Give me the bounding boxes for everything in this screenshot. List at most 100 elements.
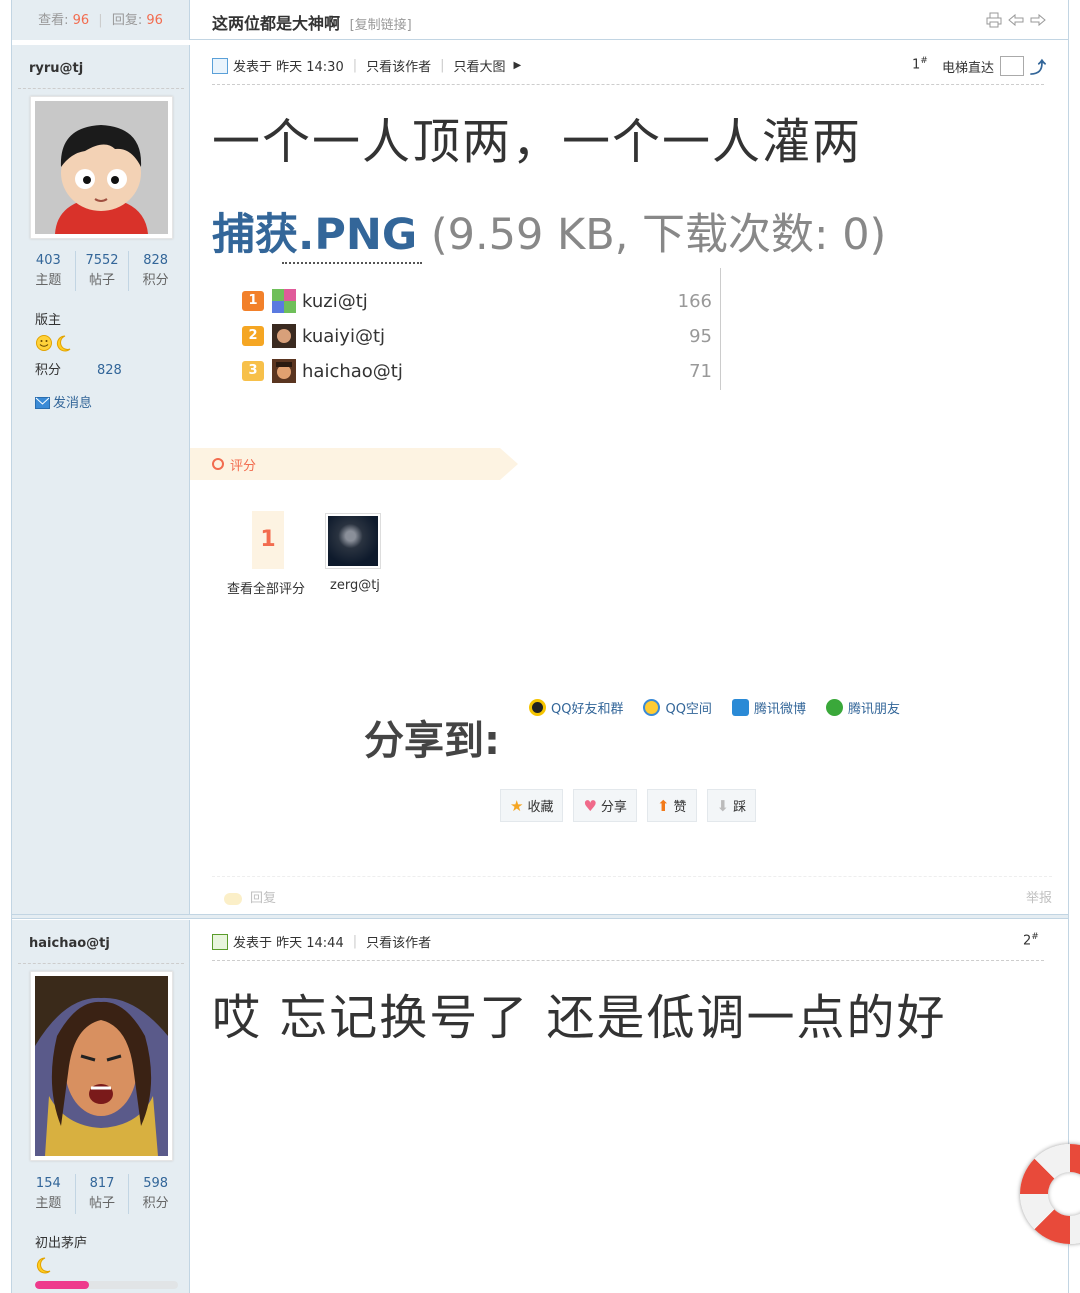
ranking-image: 1 kuzi@tj 166 2 kuaiyi@tj 95 3 haichao@t… (236, 262, 736, 392)
rater-avatar[interactable] (325, 513, 381, 569)
post2-user-stats: 154 主题 817 帖子 598 积分 (22, 1174, 182, 1214)
share-tencent-weibo[interactable]: 腾讯微博 (731, 698, 806, 717)
rank-score: 166 (677, 290, 712, 312)
views-label: 查看: (38, 13, 69, 28)
rank-avatar (272, 289, 296, 313)
post1-meta: 发表于 昨天 14:30 | 只看该作者 | 只看大图 ▶ (212, 56, 521, 75)
offline-user-icon (212, 933, 228, 950)
share-tencent-friends[interactable]: 腾讯朋友 (825, 698, 900, 717)
post2-divider (212, 960, 1044, 961)
post-actions: ★ 收藏 ♥ 分享 ⬆ 赞 ⬇ 踩 (500, 789, 757, 822)
post1-author-name[interactable]: ryru@tj (29, 61, 83, 76)
post2-content: 哎 忘记换号了 还是低调一点的好 (212, 990, 947, 1046)
attachment: 捕获.PNG (9.59 KB, 下载次数: 0) (212, 200, 886, 262)
elevator-label: 电梯直达 (941, 60, 994, 76)
envelope-icon (35, 397, 50, 413)
replies-count: 96 (146, 13, 163, 28)
stat-points[interactable]: 828 积分 (128, 251, 182, 291)
post1-sidebar: ryru@tj 403 主题 7552 帖子 828 积分 版主 积分 828 … (12, 45, 190, 915)
post1-points: 积分 828 (35, 363, 122, 378)
replies-label: 回复: (111, 13, 143, 28)
share-button[interactable]: ♥ 分享 (573, 789, 637, 822)
weibo-icon (731, 699, 749, 716)
send-message-link[interactable]: 发消息 (35, 392, 92, 413)
only-author-link[interactable]: 只看该作者 (366, 56, 431, 75)
rating-circle-icon (212, 458, 224, 470)
ranking-row: 2 kuaiyi@tj 95 (242, 323, 712, 349)
stat-posts[interactable]: 817 帖子 (74, 1174, 129, 1214)
stat-points[interactable]: 598 积分 (128, 1174, 182, 1214)
elevator-jump: 电梯直达 ⤴ (942, 54, 1046, 78)
stat-threads[interactable]: 154 主题 (22, 1174, 75, 1214)
reply-bubble-icon (224, 892, 242, 905)
share-links: QQ好友和群 QQ空间 腾讯微博 腾讯朋友 (529, 698, 900, 717)
rank-score: 95 (689, 325, 712, 347)
avatar-image (35, 101, 168, 234)
share-title: 分享到: (364, 718, 500, 764)
attachment-link[interactable]: 捕获.PNG (212, 210, 417, 260)
avatar-image (35, 976, 168, 1156)
share-qq-friends[interactable]: QQ好友和群 (529, 698, 623, 717)
thread-title: 这两位都是大神啊 [复制链接] (212, 10, 412, 34)
ranking-row: 1 kuzi@tj 166 (242, 288, 712, 314)
arrow-up-icon: ⬆ (656, 796, 670, 815)
post2-rank: 初出茅庐 (35, 1236, 88, 1251)
next-thread-icon[interactable] (1030, 12, 1046, 28)
post2-meta: 发表于 昨天 14:44 | 只看该作者 (212, 932, 431, 951)
qzone-icon (643, 699, 661, 716)
post2-author-name[interactable]: haichao@tj (29, 936, 110, 951)
rank-avatar (272, 359, 296, 383)
post1-content: 一个一人顶两，一个一人灌两 (212, 114, 863, 170)
clover-icon (825, 699, 843, 716)
thread-page: 查看: 96 | 回复: 96 这两位都是大神啊 [复制链接] ryru@tj (11, 0, 1069, 1293)
report-link[interactable]: 举报 (1026, 887, 1052, 906)
rank-badge: 2 (242, 326, 264, 346)
rank-score: 71 (689, 360, 712, 382)
post1-rank: 版主 (35, 313, 62, 328)
level-progress-bar (35, 1281, 178, 1289)
post1-divider (212, 84, 1044, 85)
post1-user-stats: 403 主题 7552 帖子 828 积分 (22, 251, 182, 291)
post1-avatar[interactable] (30, 96, 173, 239)
view-all-ratings-link[interactable]: 查看全部评分 (227, 578, 305, 597)
rank-name: kuzi@tj (302, 290, 368, 312)
rating-header: 评分 (190, 448, 518, 480)
post2-time: 发表于 昨天 14:44 (233, 936, 344, 951)
stat-posts[interactable]: 7552 帖子 (74, 251, 129, 291)
online-user-icon (212, 57, 228, 74)
thread-stats: 查看: 96 | 回复: 96 (12, 0, 190, 40)
attachment-meta: (9.59 KB, 下载次数: 0) (430, 210, 887, 260)
share-qzone[interactable]: QQ空间 (643, 698, 712, 717)
rater-name[interactable]: zerg@tj (330, 578, 380, 593)
rating-label: 评分 (230, 459, 257, 474)
elevator-input[interactable] (999, 56, 1024, 76)
stats-separator: | (98, 13, 103, 28)
ranking-row: 3 haichao@tj 71 (242, 358, 712, 384)
prev-thread-icon[interactable] (1008, 12, 1024, 28)
sidebar-divider (18, 88, 184, 89)
post1-time: 发表于 昨天 14:30 (233, 60, 344, 75)
dislike-button[interactable]: ⬇ 踩 (706, 789, 757, 822)
rank-name: haichao@tj (302, 360, 403, 382)
post1-floor[interactable]: 1# (912, 56, 928, 72)
rating-count: 1 (252, 511, 284, 569)
copy-link-button[interactable]: [复制链接] (350, 18, 412, 33)
qq-icon (529, 699, 546, 716)
star-icon: ★ (510, 796, 524, 815)
only-big-image-link[interactable]: 只看大图 (454, 56, 506, 75)
elevator-go-icon[interactable]: ⤴ (1030, 54, 1046, 78)
like-button[interactable]: ⬆ 赞 (646, 789, 697, 822)
thread-title-text: 这两位都是大神啊 (212, 14, 341, 33)
caret-right-icon: ▶ (513, 60, 522, 71)
stat-threads[interactable]: 403 主题 (22, 251, 75, 291)
post2-floor[interactable]: 2# (1023, 932, 1039, 948)
rank-badge: 1 (242, 291, 264, 311)
post2-sidebar: haichao@tj 154 主题 817 帖子 598 积分 初出茅庐 (12, 920, 190, 1293)
post2-avatar[interactable] (30, 971, 173, 1161)
reply-link[interactable]: 回复 (224, 887, 276, 906)
favorite-button[interactable]: ★ 收藏 (500, 789, 564, 822)
moon-icon (35, 1256, 53, 1278)
print-icon[interactable] (986, 12, 1002, 28)
only-author-link[interactable]: 只看该作者 (366, 932, 431, 951)
rank-badge: 3 (242, 361, 264, 381)
